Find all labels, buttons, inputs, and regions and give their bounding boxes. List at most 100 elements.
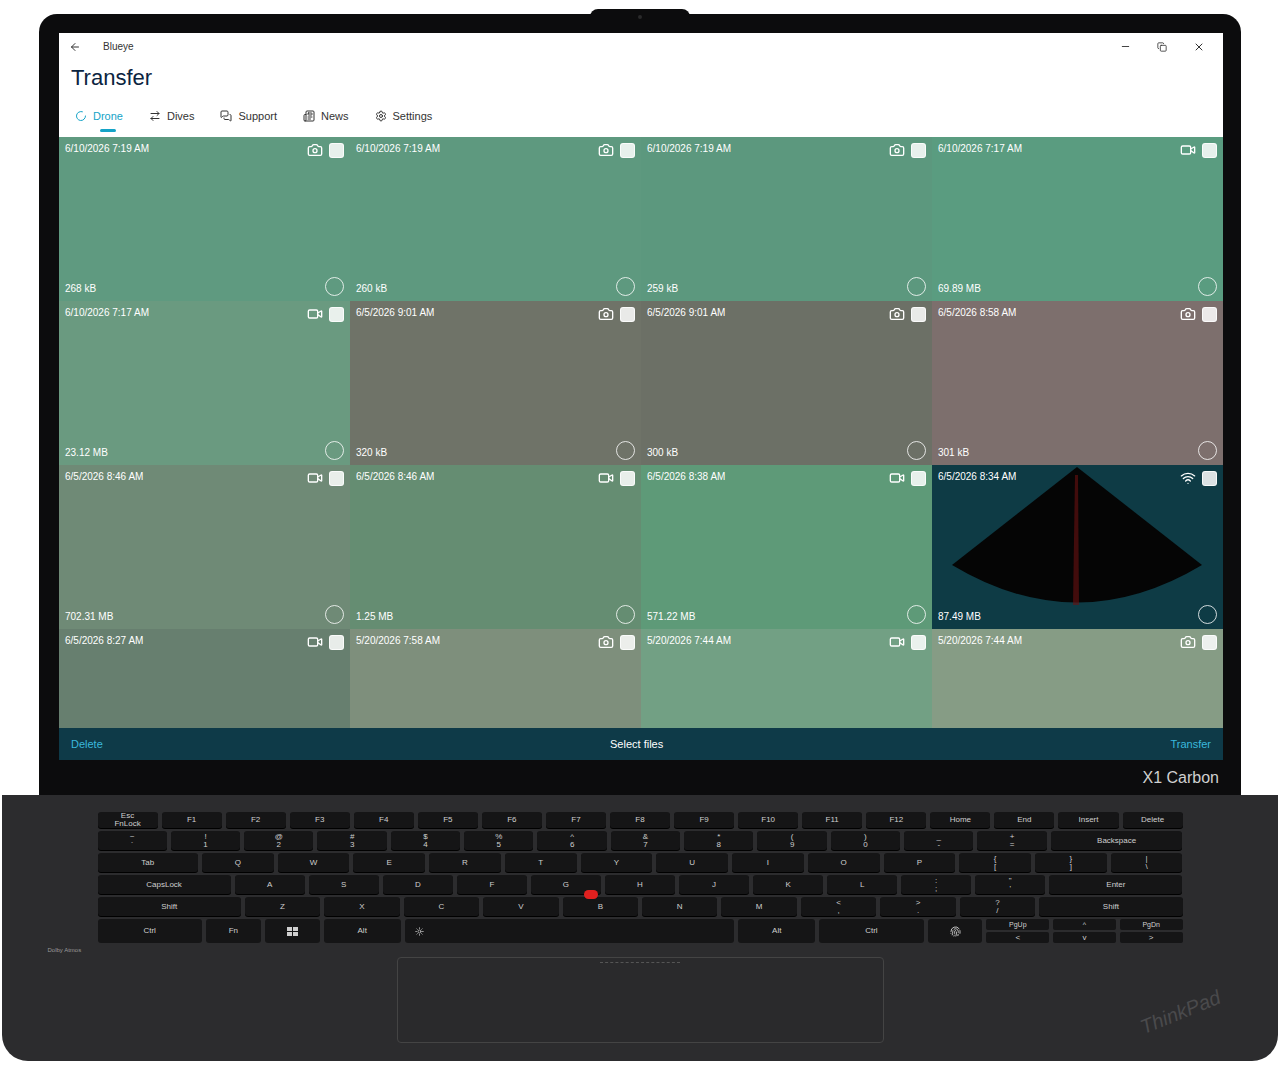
keyboard-key[interactable]: CapsLock (98, 875, 231, 894)
file-tile[interactable]: 6/5/2026 8:46 AM702.31 MB (59, 465, 350, 629)
keyboard-key[interactable]: _- (904, 831, 973, 850)
back-arrow-icon[interactable] (69, 41, 81, 53)
file-select-circle[interactable] (907, 441, 926, 460)
file-tile[interactable]: 6/10/2026 7:19 AM260 kB (350, 137, 641, 301)
file-tile[interactable]: 6/10/2026 7:19 AM268 kB (59, 137, 350, 301)
arrow-key[interactable]: PgDn (1120, 919, 1183, 930)
file-tile[interactable]: 6/10/2026 7:17 AM69.89 MB (932, 137, 1223, 301)
keyboard-key[interactable]: S (309, 875, 379, 894)
keyboard-key[interactable]: {[ (959, 853, 1031, 872)
space-key[interactable] (405, 919, 735, 943)
keyboard-key[interactable]: F2 (226, 812, 286, 828)
keyboard-key[interactable]: P (884, 853, 956, 872)
keyboard-key[interactable]: F3 (290, 812, 350, 828)
tab[interactable]: News (303, 108, 349, 132)
trackpad[interactable] (397, 957, 884, 1043)
keyboard-key[interactable]: ?/ (960, 897, 1035, 916)
keyboard-key[interactable]: Home (930, 812, 990, 828)
keyboard-key[interactable]: F (457, 875, 527, 894)
file-tile[interactable]: 6/5/2026 8:58 AM301 kB (932, 301, 1223, 465)
keyboard-key[interactable]: &7 (611, 831, 680, 850)
keyboard-key[interactable]: ~` (98, 831, 167, 850)
file-checkbox[interactable] (911, 471, 926, 486)
fingerprint-key[interactable] (928, 919, 983, 943)
keyboard-key[interactable]: F1 (162, 812, 222, 828)
tab[interactable]: Dives (149, 108, 195, 132)
keyboard-key[interactable]: E (353, 853, 425, 872)
keyboard-key[interactable]: N (642, 897, 717, 916)
keyboard-key[interactable]: Backspace (1051, 831, 1183, 850)
keyboard-key[interactable]: T (505, 853, 577, 872)
file-tile[interactable]: 6/10/2026 7:17 AM23.12 MB (59, 301, 350, 465)
file-checkbox[interactable] (1202, 635, 1217, 650)
file-checkbox[interactable] (329, 635, 344, 650)
keyboard-key[interactable]: F5 (418, 812, 478, 828)
file-select-circle[interactable] (907, 605, 926, 624)
file-checkbox[interactable] (911, 143, 926, 158)
keyboard-key[interactable]: V (483, 897, 558, 916)
file-checkbox[interactable] (620, 143, 635, 158)
file-select-circle[interactable] (1198, 441, 1217, 460)
keyboard-key[interactable]: #3 (317, 831, 386, 850)
keyboard-key[interactable]: B (563, 897, 638, 916)
keyboard-key[interactable]: K (753, 875, 823, 894)
keyboard-key[interactable]: "' (975, 875, 1045, 894)
file-select-circle[interactable] (616, 277, 635, 296)
file-checkbox[interactable] (911, 307, 926, 322)
keyboard-key[interactable]: Shift (1039, 897, 1182, 916)
transfer-button[interactable]: Transfer (1170, 736, 1211, 753)
keyboard-key[interactable]: F12 (866, 812, 926, 828)
keyboard-key[interactable]: End (994, 812, 1054, 828)
file-tile[interactable]: 5/20/2026 7:58 AM (350, 629, 641, 728)
file-tile[interactable]: 5/20/2026 7:44 AM (932, 629, 1223, 728)
keyboard-key[interactable]: F9 (674, 812, 734, 828)
keyboard-key[interactable]: !1 (171, 831, 240, 850)
keyboard-key[interactable]: $4 (391, 831, 460, 850)
keyboard-key[interactable]: ^6 (537, 831, 606, 850)
file-checkbox[interactable] (620, 471, 635, 486)
keyboard-key[interactable]: M (721, 897, 796, 916)
keyboard-key[interactable]: %5 (464, 831, 533, 850)
keyboard-key[interactable]: EscFnLock (98, 812, 158, 828)
keyboard-key[interactable]: H (605, 875, 675, 894)
keyboard-key[interactable]: += (977, 831, 1046, 850)
keyboard-key[interactable]: <, (801, 897, 876, 916)
arrow-key[interactable]: v (1053, 932, 1116, 943)
file-select-circle[interactable] (325, 441, 344, 460)
keyboard-key[interactable]: F8 (610, 812, 670, 828)
keyboard-key[interactable]: U (656, 853, 728, 872)
file-select-circle[interactable] (907, 277, 926, 296)
file-checkbox[interactable] (329, 307, 344, 322)
keyboard-key[interactable]: >. (880, 897, 955, 916)
keyboard-key[interactable]: @2 (244, 831, 313, 850)
keyboard-key[interactable]: C (404, 897, 479, 916)
file-select-circle[interactable] (616, 605, 635, 624)
close-icon[interactable] (1193, 41, 1205, 53)
file-tile[interactable]: 6/10/2026 7:19 AM259 kB (641, 137, 932, 301)
file-checkbox[interactable] (1202, 143, 1217, 158)
keyboard-key[interactable]: J (679, 875, 749, 894)
trackpoint[interactable] (584, 890, 598, 899)
keyboard-key[interactable]: F10 (738, 812, 798, 828)
keyboard-key[interactable]: *8 (684, 831, 753, 850)
keyboard-key[interactable]: X (324, 897, 399, 916)
keyboard-key[interactable]: Insert (1058, 812, 1118, 828)
tab[interactable]: Settings (375, 108, 433, 132)
keyboard-key[interactable]: }] (1035, 853, 1107, 872)
file-select-circle[interactable] (616, 441, 635, 460)
arrow-key[interactable]: < (986, 932, 1049, 943)
keyboard-key[interactable]: R (429, 853, 501, 872)
keyboard-key[interactable]: Tab (98, 853, 198, 872)
key-key[interactable]: Fn (206, 919, 261, 943)
keyboard-key[interactable]: Enter (1049, 875, 1182, 894)
file-checkbox[interactable] (329, 143, 344, 158)
arrow-key[interactable]: PgUp (986, 919, 1049, 930)
keyboard-key[interactable]: I (732, 853, 804, 872)
keyboard-key[interactable]: (9 (757, 831, 826, 850)
keyboard-key[interactable]: A (235, 875, 305, 894)
keyboard-key[interactable]: :; (901, 875, 971, 894)
keyboard-key[interactable]: W (278, 853, 350, 872)
minimize-icon[interactable] (1120, 41, 1131, 52)
keyboard-key[interactable]: F4 (354, 812, 414, 828)
keyboard-key[interactable]: F7 (546, 812, 606, 828)
